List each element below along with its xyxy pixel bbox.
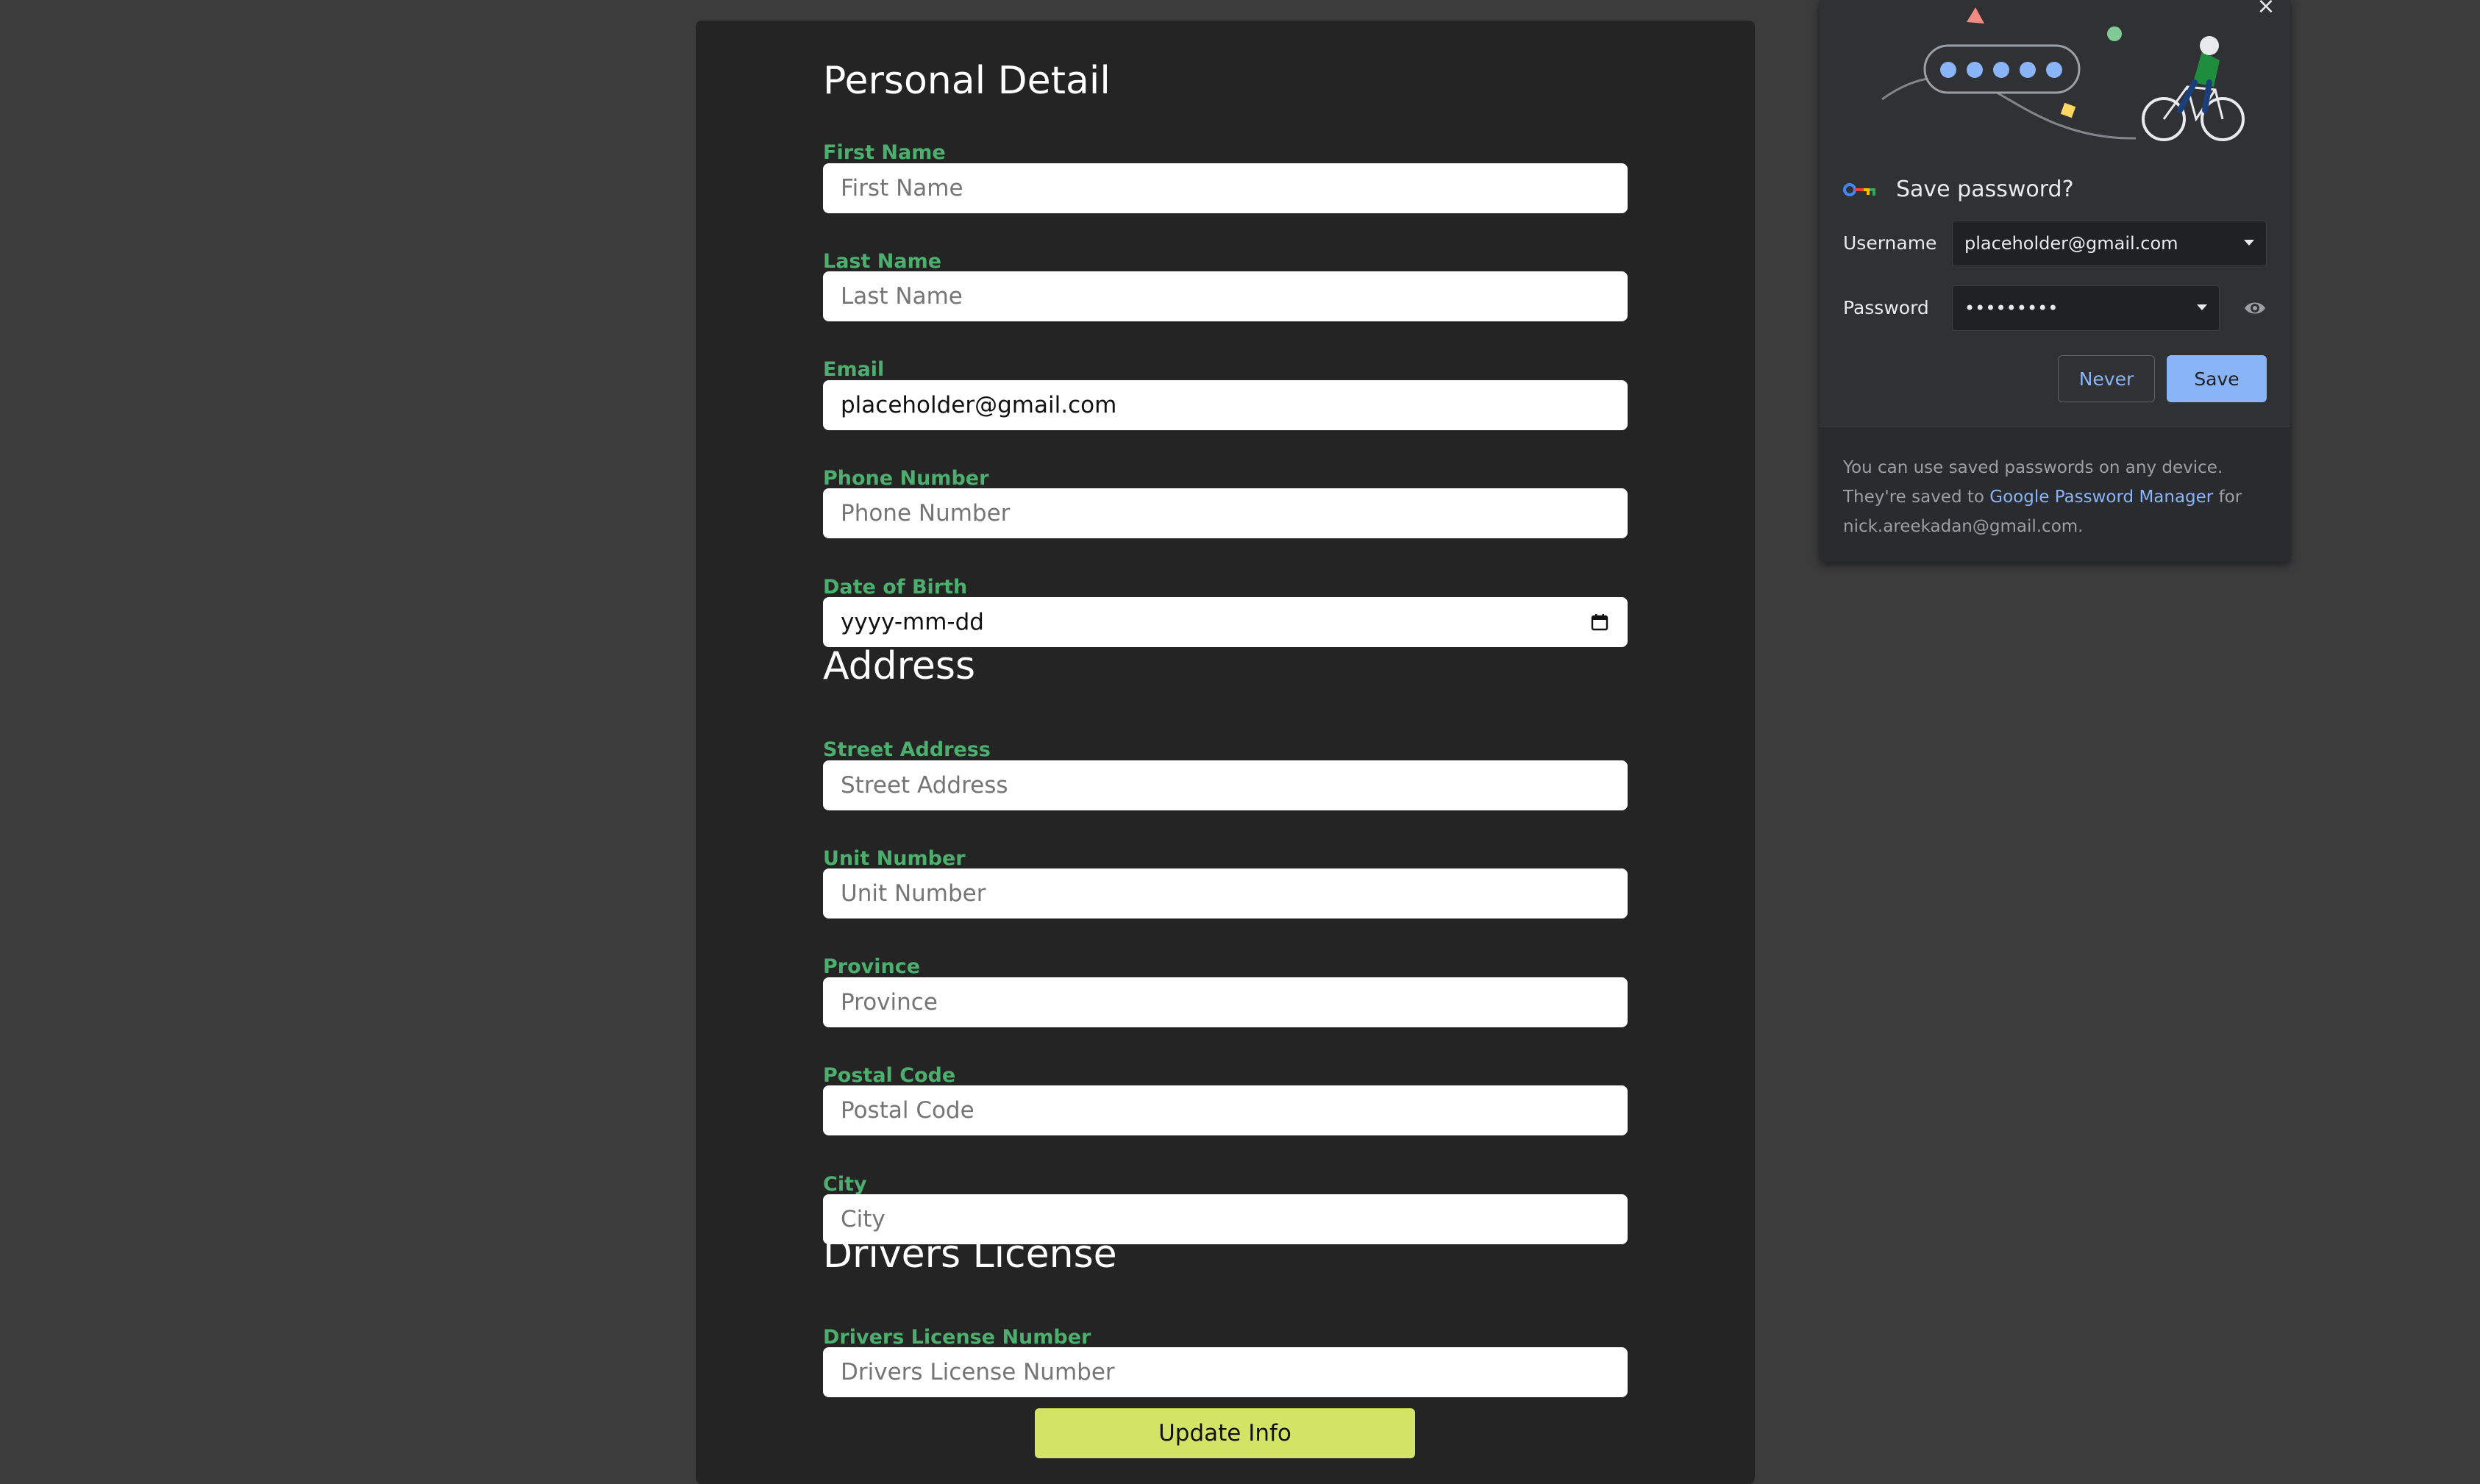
phone-number-input[interactable]	[823, 488, 1628, 538]
province-input[interactable]	[823, 977, 1628, 1027]
email-label: Email	[823, 358, 885, 381]
drivers-license-heading: Drivers License	[823, 1232, 1117, 1277]
key-icon	[1843, 182, 1875, 196]
first-name-label: First Name	[823, 141, 946, 164]
drivers-license-number-label: Drivers License Number	[823, 1326, 1091, 1349]
cyclist-illustration	[1881, 7, 2245, 141]
province-label: Province	[823, 955, 921, 978]
username-dropdown[interactable]: placeholder@gmail.com	[1952, 221, 2267, 266]
save-password-title: Save password?	[1896, 176, 2074, 202]
username-label: Username	[1843, 232, 1937, 254]
save-password-title-row: Save password?	[1843, 176, 2074, 202]
close-icon[interactable]: ×	[2253, 0, 2278, 18]
footer-text: You can use saved passwords on any devic…	[1843, 453, 2277, 541]
first-name-input[interactable]	[823, 163, 1628, 213]
password-label: Password	[1843, 297, 1929, 318]
chevron-down-icon	[2244, 240, 2254, 246]
city-label: City	[823, 1173, 867, 1196]
drivers-license-number-input[interactable]	[823, 1347, 1628, 1397]
save-button[interactable]: Save	[2167, 355, 2267, 402]
last-name-label: Last Name	[823, 250, 942, 273]
chevron-down-icon	[2197, 304, 2207, 310]
unit-number-input[interactable]	[823, 868, 1628, 918]
username-value: placeholder@gmail.com	[1964, 233, 2178, 254]
password-dropdown[interactable]: •••••••••	[1952, 285, 2220, 331]
postal-code-label: Postal Code	[823, 1064, 956, 1087]
password-value: •••••••••	[1964, 298, 2059, 318]
date-of-birth-label: Date of Birth	[823, 576, 968, 599]
google-password-manager-link[interactable]: Google Password Manager	[1989, 488, 2213, 507]
personal-detail-heading: Personal Detail	[823, 59, 1111, 103]
phone-number-label: Phone Number	[823, 467, 989, 490]
postal-code-input[interactable]	[823, 1085, 1628, 1135]
save-password-popup: × Save password? Username placeholder@gm…	[1820, 0, 2290, 562]
never-button[interactable]: Never	[2058, 355, 2155, 402]
save-password-footer: You can use saved passwords on any devic…	[1820, 426, 2290, 562]
street-address-input[interactable]	[823, 760, 1628, 810]
date-of-birth-value: yyyy-mm-dd	[841, 609, 984, 635]
email-input[interactable]	[823, 380, 1628, 430]
unit-number-label: Unit Number	[823, 847, 966, 870]
update-info-button[interactable]: Update Info	[1035, 1408, 1415, 1458]
eye-icon[interactable]	[2243, 296, 2267, 320]
address-heading: Address	[823, 644, 976, 688]
street-address-label: Street Address	[823, 738, 991, 761]
last-name-input[interactable]	[823, 271, 1628, 321]
calendar-icon[interactable]	[1589, 612, 1610, 632]
personal-detail-card: Personal Detail First Name Last Name Ema…	[696, 21, 1755, 1484]
date-of-birth-input[interactable]: yyyy-mm-dd	[823, 597, 1628, 647]
